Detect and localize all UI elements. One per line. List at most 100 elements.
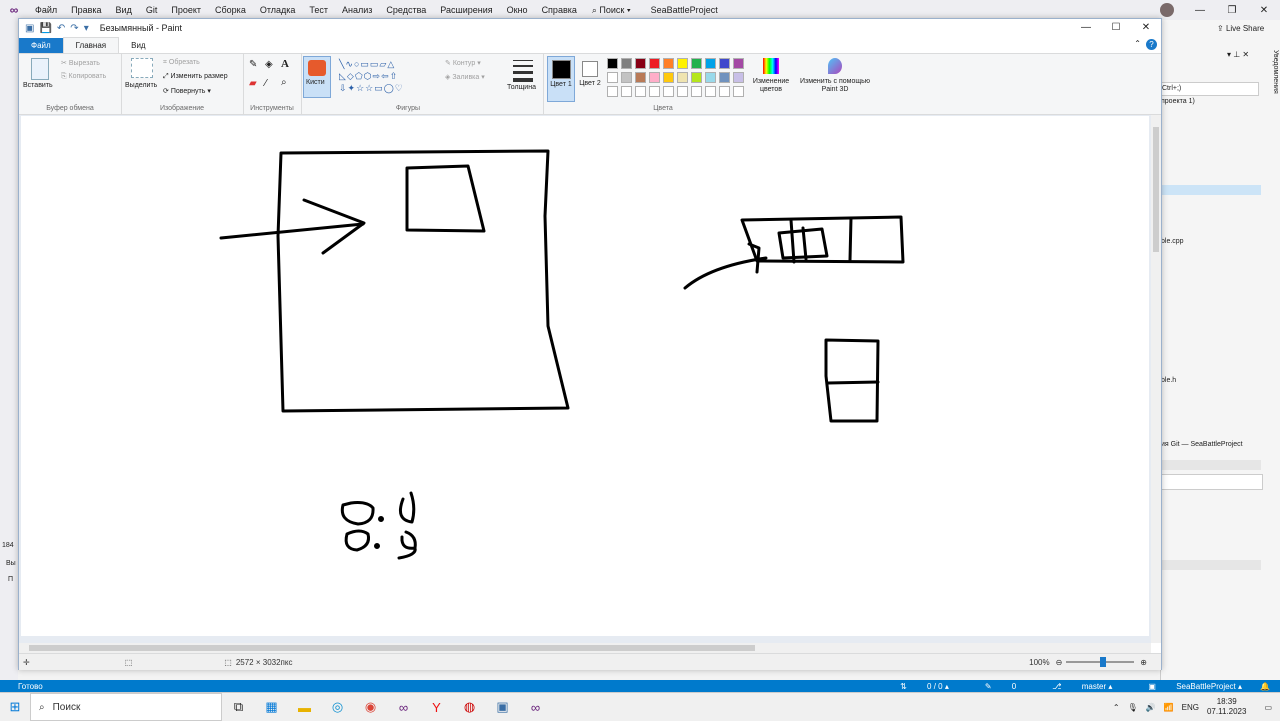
file-explorer-icon[interactable]: ▬ [288, 700, 321, 715]
close-icon[interactable]: ✕ [1248, 5, 1280, 16]
live-share-button[interactable]: ⇪ Live Share [1217, 24, 1264, 33]
horizontal-scroll-thumb[interactable] [29, 645, 755, 651]
palette-swatch[interactable] [733, 58, 744, 69]
avatar[interactable] [1160, 3, 1174, 17]
keyboard-lang[interactable]: ENG [1182, 703, 1199, 712]
solution-search-input[interactable]: Ctrl+;) [1161, 82, 1259, 96]
tab-home[interactable]: Главная [62, 37, 120, 53]
vs-search-box[interactable]: ⌕ Поиск ▾ [584, 5, 639, 16]
mic-icon[interactable]: 🎙 [1128, 703, 1138, 712]
palette-empty-swatch[interactable] [733, 86, 744, 97]
eraser-icon[interactable]: ▰ [249, 78, 257, 89]
close-icon[interactable]: ✕ [1131, 19, 1161, 37]
magnifier-icon[interactable]: ⌕ [281, 77, 287, 88]
text-tool-icon[interactable]: A [281, 58, 289, 70]
select-button[interactable]: Выделить [125, 82, 157, 89]
resize-button[interactable]: ⤢ Изменить размер [163, 73, 228, 81]
opera-icon[interactable]: ◍ [453, 699, 486, 715]
vs-menu-help[interactable]: Справка [535, 0, 584, 20]
windows-start-icon[interactable]: ⊞ [0, 699, 30, 715]
panel-dropdown[interactable] [1161, 474, 1263, 490]
minimize-icon[interactable]: — [1184, 5, 1216, 16]
git-changes-label[interactable]: ия Git — SeaBattleProject [1161, 441, 1243, 448]
vertical-scrollbar[interactable] [1151, 115, 1161, 643]
clock[interactable]: 18:39 07.11.2023 [1207, 697, 1246, 717]
help-icon[interactable]: ? [1146, 39, 1157, 50]
vs-left-tab[interactable]: П [8, 576, 13, 583]
minimize-icon[interactable]: — [1071, 19, 1101, 37]
zoom-in-icon[interactable]: ⊕ [1140, 658, 1147, 667]
undo-icon[interactable]: ↶ [57, 23, 65, 34]
select-icon[interactable] [131, 58, 153, 78]
file-item-h[interactable]: ble.h [1161, 377, 1176, 384]
status-pencil[interactable]: ✎ 0 [967, 682, 1016, 691]
shapes-gallery[interactable]: ╲∿○▭▭▱△ ◺◇⬠⬡⇨⇦⇧ ⇩✦☆☆▭◯♡ [339, 58, 439, 94]
crop-button[interactable]: ⌗ Обрезать [163, 59, 200, 67]
color1-button[interactable]: Цвет 1 [547, 56, 575, 102]
vs-menu-build[interactable]: Сборка [208, 0, 253, 20]
pin-icon[interactable]: ▾ ⊥ ✕ [1227, 50, 1249, 59]
color-picker-icon[interactable]: ⁄ [265, 78, 267, 89]
visual-studio-icon-2[interactable]: ∞ [519, 700, 552, 715]
status-branch[interactable]: ⎇ master ▴ [1034, 682, 1112, 691]
rotate-button[interactable]: ⟳ Повернуть ▾ [163, 87, 211, 95]
tab-view[interactable]: Вид [119, 38, 157, 53]
brushes-button[interactable]: Кисти [303, 56, 331, 98]
redo-icon[interactable]: ↷ [70, 23, 78, 34]
status-changes[interactable]: ⇅ 0 / 0 ▴ [882, 682, 949, 691]
edit-colors-button[interactable]: Изменение цветов [749, 56, 793, 100]
yandex-icon[interactable]: Y [420, 700, 453, 715]
notifications-tab[interactable]: Уведомления [1265, 50, 1279, 130]
store-icon[interactable]: ▦ [255, 699, 288, 715]
task-view-icon[interactable]: ⧉ [222, 699, 255, 715]
collapse-ribbon-icon[interactable]: ⌃ [1134, 39, 1141, 48]
color2-button[interactable]: Цвет 2 [577, 56, 603, 100]
vs-menu-view[interactable]: Вид [109, 0, 139, 20]
vertical-scroll-thumb[interactable] [1153, 127, 1159, 252]
vs-menu-git[interactable]: Git [139, 0, 165, 20]
paste-button[interactable]: Вставить [23, 82, 53, 89]
paint-taskbar-icon[interactable]: ▣ [486, 699, 519, 715]
drawing-canvas[interactable] [21, 116, 1149, 636]
copy-button[interactable]: ⎘ Копировать [61, 73, 106, 81]
paste-icon[interactable] [31, 58, 49, 80]
taskbar-search[interactable]: ⌕ Поиск [30, 693, 222, 721]
status-project[interactable]: ▣ SeaBattleProject ▴ [1130, 682, 1242, 691]
solution-node[interactable]: проекта 1) [1161, 98, 1195, 105]
edge-icon[interactable]: ◎ [321, 699, 354, 715]
notifications-icon[interactable]: ▭ [1264, 703, 1272, 712]
fill-bucket-icon[interactable]: ◈ [265, 59, 273, 70]
vs-menu-tools[interactable]: Средства [379, 0, 433, 20]
file-item-cpp[interactable]: ble.cpp [1161, 238, 1184, 245]
vs-menu-project[interactable]: Проект [164, 0, 208, 20]
vs-menu-window[interactable]: Окно [500, 0, 535, 20]
restore-icon[interactable]: ❐ [1216, 5, 1248, 16]
thickness-button[interactable]: Толщина [507, 56, 537, 98]
visual-studio-icon[interactable]: ∞ [387, 700, 420, 715]
pencil-icon[interactable]: ✎ [249, 59, 257, 70]
save-icon[interactable]: 💾 [39, 23, 51, 34]
volume-icon[interactable]: 🔊 [1146, 703, 1156, 712]
vs-menu-debug[interactable]: Отладка [253, 0, 303, 20]
tray-up-icon[interactable]: ⌃ [1113, 703, 1120, 712]
vs-menu-analyze[interactable]: Анализ [335, 0, 379, 20]
vs-menu-test[interactable]: Тест [302, 0, 335, 20]
selected-row[interactable] [1161, 185, 1261, 195]
zoom-slider-thumb[interactable] [1100, 657, 1107, 667]
customize-qa-icon[interactable]: ▾ [84, 23, 89, 34]
cut-button[interactable]: ✂ Вырезать [61, 59, 100, 67]
zoom-slider[interactable] [1066, 657, 1135, 667]
fill-button[interactable]: ◈ Заливка ▾ [445, 73, 485, 81]
vs-left-output-tab[interactable]: Вы [6, 560, 16, 567]
vs-menu-edit[interactable]: Правка [64, 0, 108, 20]
notification-bell-icon[interactable]: 🔔 [1260, 682, 1270, 691]
vs-menu-file[interactable]: Файл [28, 0, 64, 20]
horizontal-scrollbar[interactable] [19, 643, 1151, 653]
outline-button[interactable]: ✎ Контур ▾ [445, 59, 481, 67]
network-icon[interactable]: 📶 [1164, 703, 1174, 712]
zoom-out-icon[interactable]: ⊖ [1056, 658, 1063, 667]
maximize-icon[interactable]: ☐ [1101, 19, 1131, 37]
tab-file[interactable]: Файл [19, 38, 63, 53]
paint3d-button[interactable]: Изменить с помощью Paint 3D [797, 56, 873, 100]
chrome-icon[interactable]: ◉ [354, 699, 387, 715]
